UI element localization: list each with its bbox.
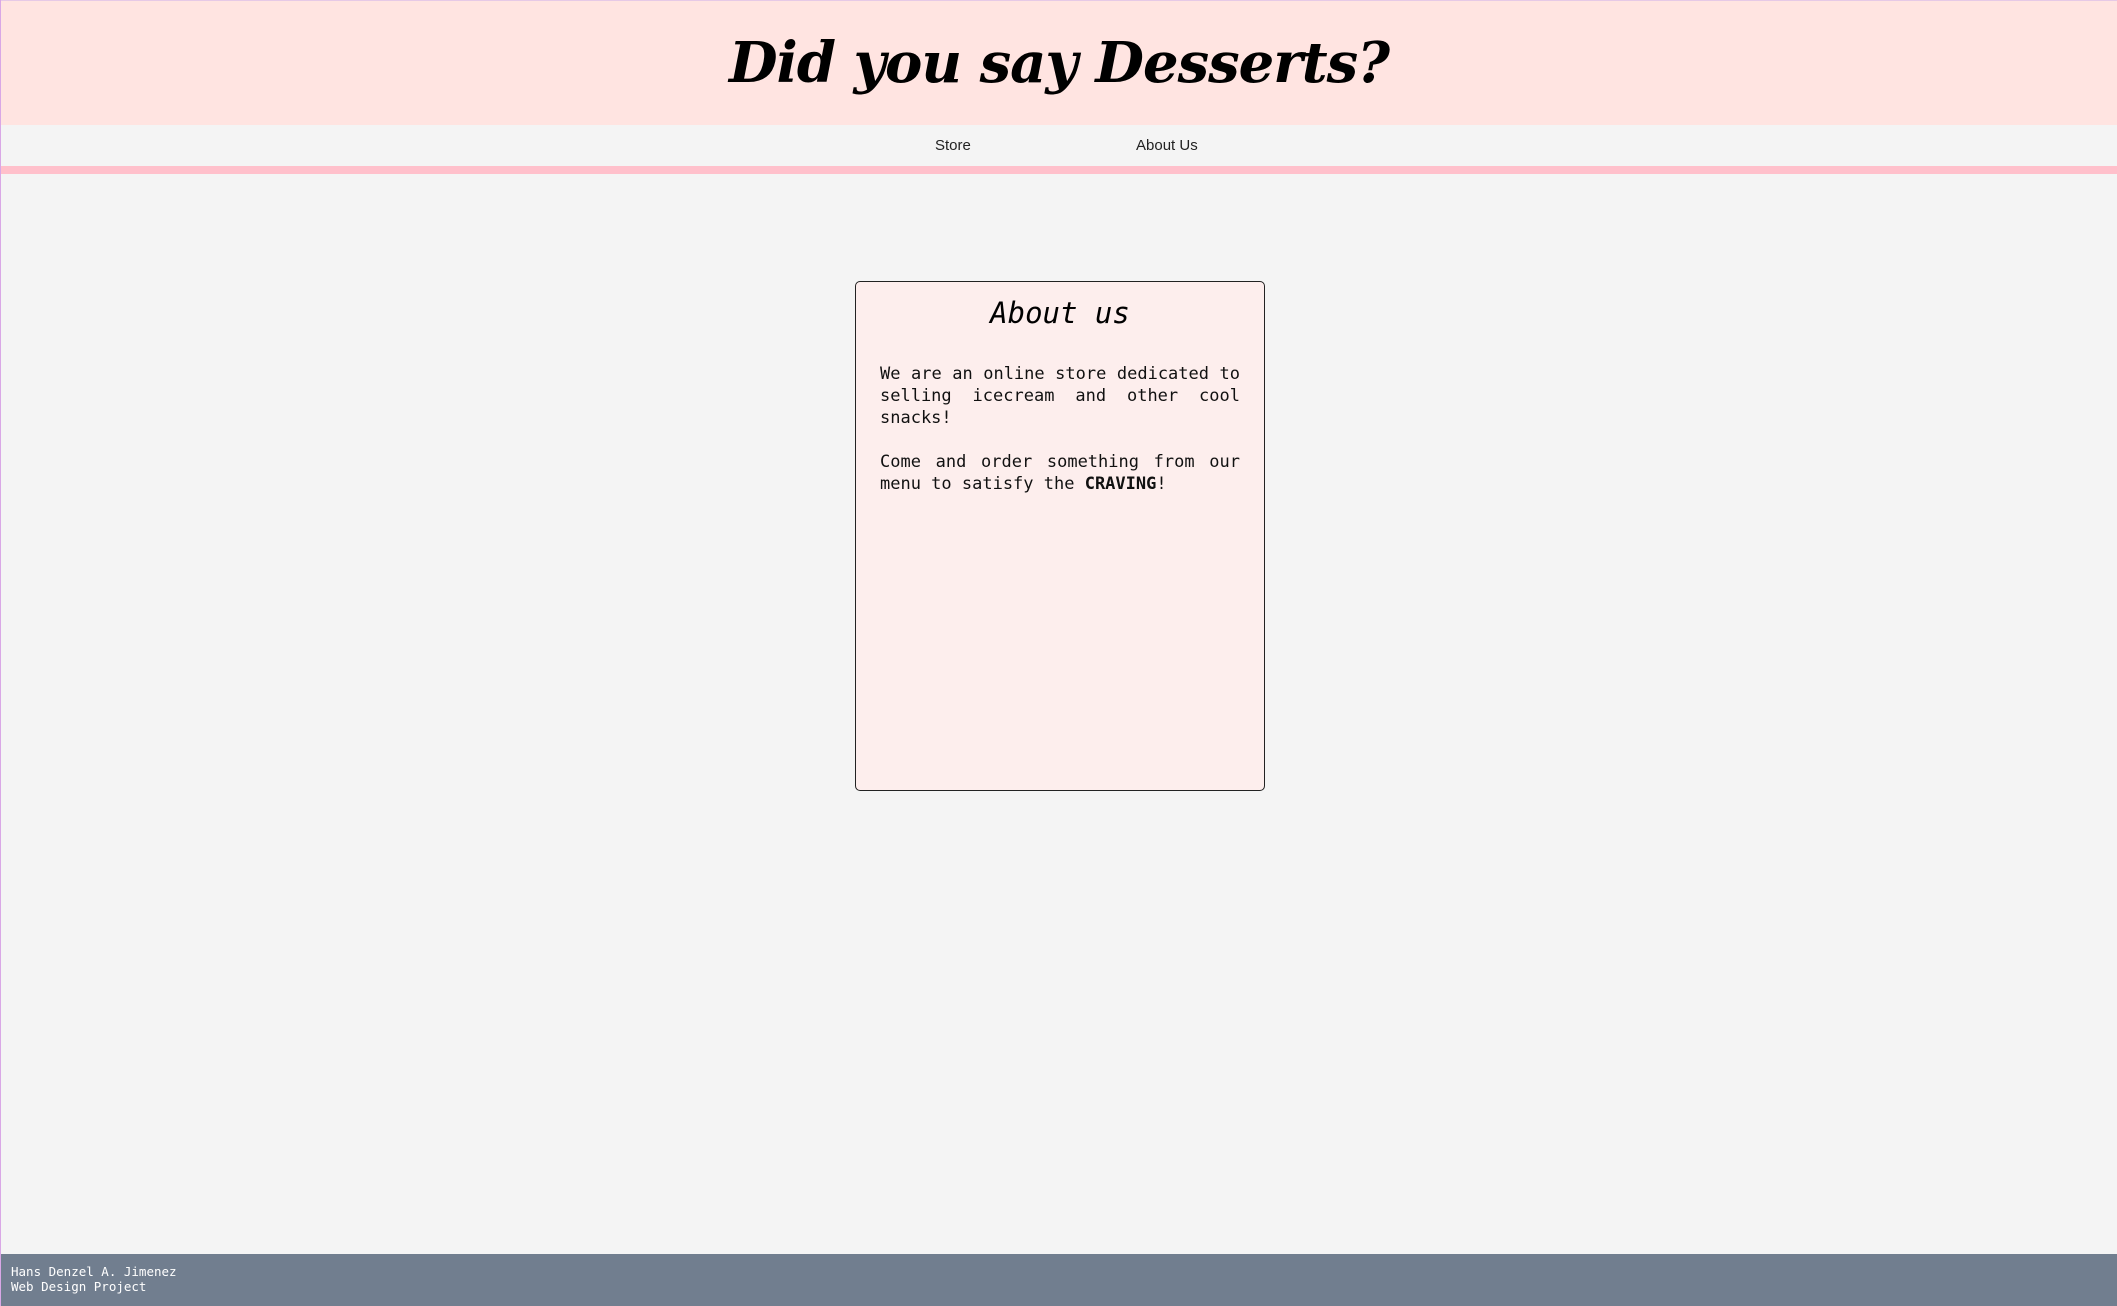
- about-us-card: About us We are an online store dedicate…: [855, 281, 1265, 791]
- about-cta-text: Come and order something from our menu t…: [880, 452, 1240, 494]
- about-paragraph-cta: Come and order something from our menu t…: [880, 451, 1240, 495]
- nav-bar: Store About Us: [1, 125, 2117, 166]
- about-cta-emphasis: CRAVING: [1084, 474, 1157, 494]
- about-paragraph-intro: We are an online store dedicated to sell…: [880, 364, 1240, 428]
- site-header: Did you say Desserts?: [1, 0, 2117, 125]
- site-footer: Hans Denzel A. Jimenez Web Design Projec…: [1, 1254, 2117, 1306]
- header-divider: [1, 166, 2117, 174]
- nav-link-store[interactable]: Store: [935, 137, 971, 154]
- nav-link-about-us[interactable]: About Us: [1136, 137, 1198, 154]
- about-us-heading: About us: [990, 296, 1130, 330]
- about-cta-exclamation: !: [1156, 474, 1167, 494]
- footer-project: Web Design Project: [11, 1279, 147, 1294]
- site-title: Did you say Desserts?: [728, 30, 1390, 96]
- footer-author: Hans Denzel A. Jimenez: [11, 1264, 177, 1279]
